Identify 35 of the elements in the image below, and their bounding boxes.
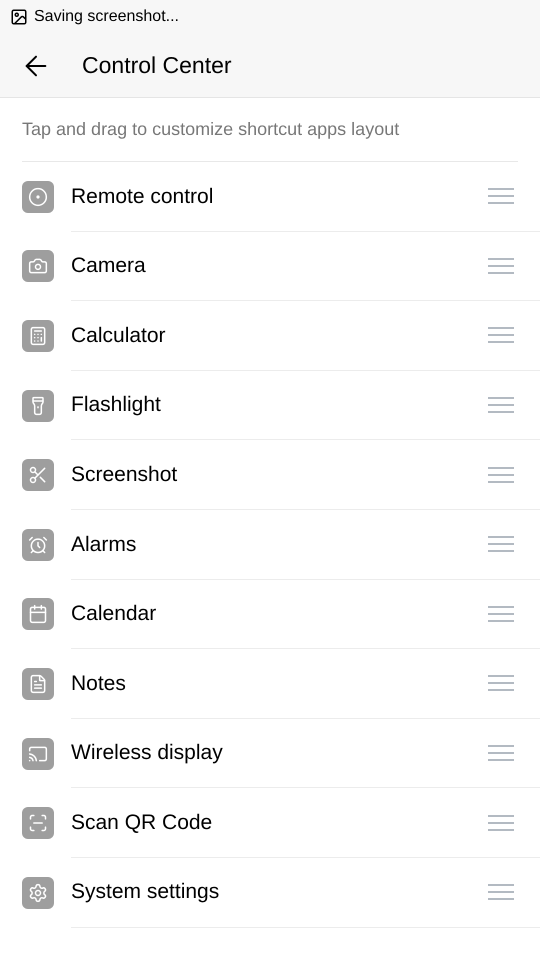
drag-handle-icon[interactable]	[488, 396, 514, 414]
calculator-icon	[28, 326, 48, 346]
drag-handle-icon[interactable]	[488, 814, 514, 832]
alarm-clock-icon	[28, 534, 48, 555]
image-icon	[10, 8, 28, 26]
window-title: Control Center	[82, 51, 232, 80]
drag-handle-icon[interactable]	[488, 326, 514, 344]
drag-handle-icon[interactable]	[488, 674, 514, 692]
drag-handle-icon[interactable]	[488, 187, 514, 206]
drag-handle-icon[interactable]	[488, 883, 514, 902]
drag-handle-icon[interactable]	[488, 466, 514, 484]
calendar-icon	[28, 604, 48, 624]
scissors-icon	[28, 465, 48, 486]
notification-text: Saving screenshot...	[34, 7, 179, 27]
screen-cast-icon	[28, 744, 48, 764]
settings-icon	[28, 882, 48, 903]
item-label: Screenshot	[71, 462, 178, 488]
drag-handle-icon[interactable]	[488, 256, 514, 275]
item-label: Calendar	[71, 601, 158, 628]
drag-handle-icon[interactable]	[488, 604, 514, 623]
item-label: Camera	[71, 253, 147, 280]
item-label: Scan QR Code	[71, 810, 214, 836]
item-label: Wireless display	[71, 740, 224, 766]
drag-handle-icon[interactable]	[488, 535, 514, 554]
item-label: Flashlight	[71, 392, 162, 418]
item-label: Remote control	[71, 184, 214, 210]
scan-icon	[28, 813, 48, 834]
notes-icon	[28, 674, 48, 694]
item-label: Notes	[71, 670, 127, 697]
camera-icon	[28, 256, 48, 276]
item-label: System settings	[71, 879, 220, 906]
item-label: Alarms	[71, 532, 138, 558]
hint-text: Tap and drag to customize shortcut apps layout	[22, 118, 400, 141]
item-label: Calculator	[71, 322, 167, 349]
drag-handle-icon[interactable]	[488, 744, 514, 762]
